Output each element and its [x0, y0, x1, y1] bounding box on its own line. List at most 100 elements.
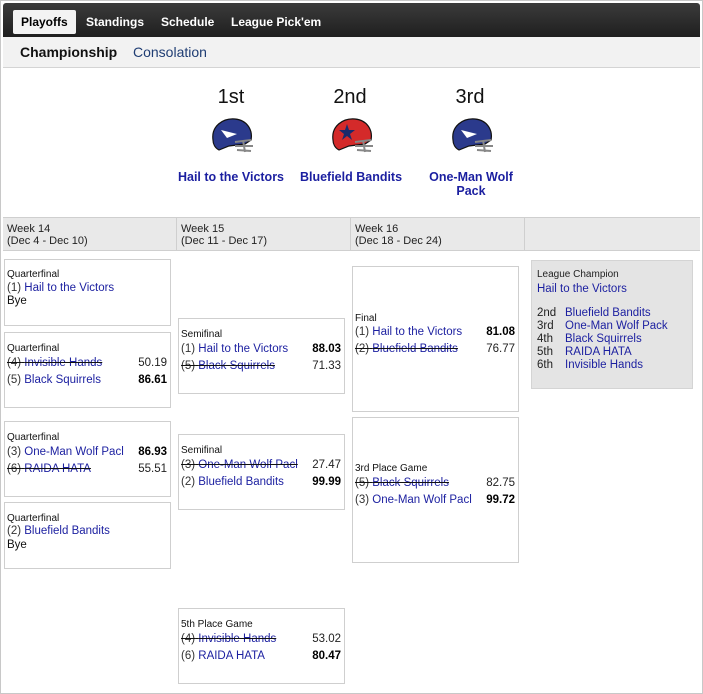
team-seed: (2): [181, 476, 196, 488]
team-score: 80.47: [312, 650, 341, 662]
team-seed: (4): [181, 633, 196, 645]
team-link[interactable]: RAIDA HATA: [198, 650, 265, 662]
team-score: 99.72: [475, 494, 515, 506]
match-title: Quarterfinal: [7, 343, 60, 354]
match-title: 5th Place Game: [181, 619, 253, 630]
bye-label: Bye: [7, 539, 27, 551]
final-standing-row: 5th RAIDA HATA: [537, 346, 632, 358]
match-title: Final: [355, 313, 377, 324]
team-link[interactable]: Black Squirrels: [372, 477, 449, 489]
team-seed: (3): [355, 494, 370, 506]
team-link[interactable]: Bluefield Bandits: [198, 476, 284, 488]
standing-place: 4th: [537, 333, 553, 345]
tab-league-pickem[interactable]: League Pick'em: [231, 10, 321, 34]
rank-second: 2nd: [333, 86, 367, 108]
week-dates: (Dec 4 - Dec 10): [7, 235, 88, 247]
team-seed: (1): [181, 343, 196, 355]
champion-title: League Champion: [537, 269, 619, 280]
podium-team-third[interactable]: One-Man Wolf Pack: [409, 170, 533, 198]
team-score: 50.19: [138, 357, 167, 369]
match-box-qf1: Quarterfinal (1) Hail to the Victors Bye: [4, 259, 171, 326]
helmet-icon: [452, 118, 493, 153]
match-team: (3) One-Man Wolf Pacl: [181, 459, 298, 471]
tab-standings[interactable]: Standings: [86, 10, 144, 34]
week-dates: (Dec 18 - Dec 24): [355, 235, 442, 247]
match-team: (2) Bluefield Bandits: [7, 525, 110, 537]
standing-place: 6th: [537, 359, 553, 371]
tab-playoffs[interactable]: Playoffs: [13, 10, 76, 34]
match-box-fifth-place: 5th Place Game (4) Invisible Hands 53.02…: [178, 608, 345, 684]
team-score: 81.08: [486, 326, 515, 338]
bye-label: Bye: [7, 295, 27, 307]
rank-first: 1st: [217, 86, 245, 108]
week-header-bar: Week 14 (Dec 4 - Dec 10) Week 15 (Dec 11…: [3, 217, 700, 251]
team-link[interactable]: Invisible Hands: [24, 357, 102, 369]
week-header: Week 16 (Dec 18 - Dec 24): [351, 218, 525, 250]
team-link[interactable]: Bluefield Bandits: [372, 343, 458, 355]
week-header: Week 15 (Dec 11 - Dec 17): [177, 218, 351, 250]
team-link[interactable]: Black Squirrels: [24, 374, 101, 386]
standing-team-link[interactable]: Invisible Hands: [565, 359, 643, 371]
team-link[interactable]: One-Man Wolf Pacl: [372, 494, 472, 506]
final-standing-row: 6th Invisible Hands: [537, 359, 643, 371]
team-seed: (2): [355, 343, 370, 355]
match-box-sf2: Semifinal (3) One-Man Wolf Pacl 27.47 (2…: [178, 434, 345, 510]
match-box-third-place: 3rd Place Game (5) Black Squirrels 82.75…: [352, 417, 519, 563]
team-seed: (3): [181, 459, 196, 471]
podium-team-first[interactable]: Hail to the Victors: [169, 170, 293, 184]
team-seed: (1): [7, 282, 22, 294]
standing-team-link[interactable]: Bluefield Bandits: [565, 307, 651, 319]
match-box-qf2: Quarterfinal (4) Invisible Hands 50.19 (…: [4, 332, 171, 408]
tab-consolation[interactable]: Consolation: [133, 44, 207, 60]
standing-place: 3rd: [537, 320, 554, 332]
team-link[interactable]: One-Man Wolf Pacl: [24, 446, 124, 458]
team-link[interactable]: One-Man Wolf Pacl: [198, 459, 298, 471]
team-score: 27.47: [301, 459, 341, 471]
sub-nav: Championship Consolation: [3, 37, 700, 68]
tab-schedule[interactable]: Schedule: [161, 10, 214, 34]
team-score: 88.03: [312, 343, 341, 355]
team-link[interactable]: Invisible Hands: [198, 633, 276, 645]
team-seed: (6): [181, 650, 196, 662]
match-team: (1) Hail to the Victors: [355, 326, 462, 338]
tab-championship[interactable]: Championship: [20, 44, 117, 60]
final-standing-row: 2nd Bluefield Bandits: [537, 307, 651, 319]
match-team: (1) Hail to the Victors: [7, 282, 114, 294]
team-seed: (6): [7, 463, 22, 475]
match-team: (3) One-Man Wolf Pacl: [355, 494, 472, 506]
team-seed: (5): [355, 477, 370, 489]
match-box-qf4: Quarterfinal (2) Bluefield Bandits Bye: [4, 502, 171, 569]
team-seed: (2): [7, 525, 22, 537]
standing-team-link[interactable]: RAIDA HATA: [565, 346, 632, 358]
standing-place: 2nd: [537, 307, 557, 319]
helmet-icon: [332, 118, 373, 153]
team-link[interactable]: Hail to the Victors: [372, 326, 462, 338]
match-team: (2) Bluefield Bandits: [355, 343, 458, 355]
week-title: Week 16: [355, 223, 399, 235]
top-nav: Playoffs Standings Schedule League Pick'…: [3, 3, 700, 37]
team-link[interactable]: Hail to the Victors: [24, 282, 114, 294]
podium-team-second[interactable]: Bluefield Bandits: [289, 170, 413, 184]
match-team: (6) RAIDA HATA: [181, 650, 265, 662]
team-score: 86.93: [127, 446, 167, 458]
team-link[interactable]: Black Squirrels: [198, 360, 275, 372]
final-standing-row: 4th Black Squirrels: [537, 333, 642, 345]
week-title: Week 14: [7, 223, 51, 235]
team-link[interactable]: RAIDA HATA: [24, 463, 91, 475]
team-link[interactable]: Hail to the Victors: [198, 343, 288, 355]
match-title: Quarterfinal: [7, 269, 60, 280]
standing-team-link[interactable]: One-Man Wolf Pack: [565, 320, 668, 332]
match-title: Semifinal: [181, 445, 223, 456]
team-score: 76.77: [486, 343, 515, 355]
match-team: (4) Invisible Hands: [7, 357, 102, 369]
team-link[interactable]: Bluefield Bandits: [24, 525, 110, 537]
champion-team-link[interactable]: Hail to the Victors: [537, 283, 627, 295]
team-score: 86.61: [138, 374, 167, 386]
week-title: Week 15: [181, 223, 225, 235]
standing-team-link[interactable]: Black Squirrels: [565, 333, 642, 345]
team-seed: (3): [7, 446, 22, 458]
helmet-icon: [212, 118, 253, 153]
team-score: 53.02: [312, 633, 341, 645]
match-team: (2) Bluefield Bandits: [181, 476, 284, 488]
match-team: (6) RAIDA HATA: [7, 463, 91, 475]
